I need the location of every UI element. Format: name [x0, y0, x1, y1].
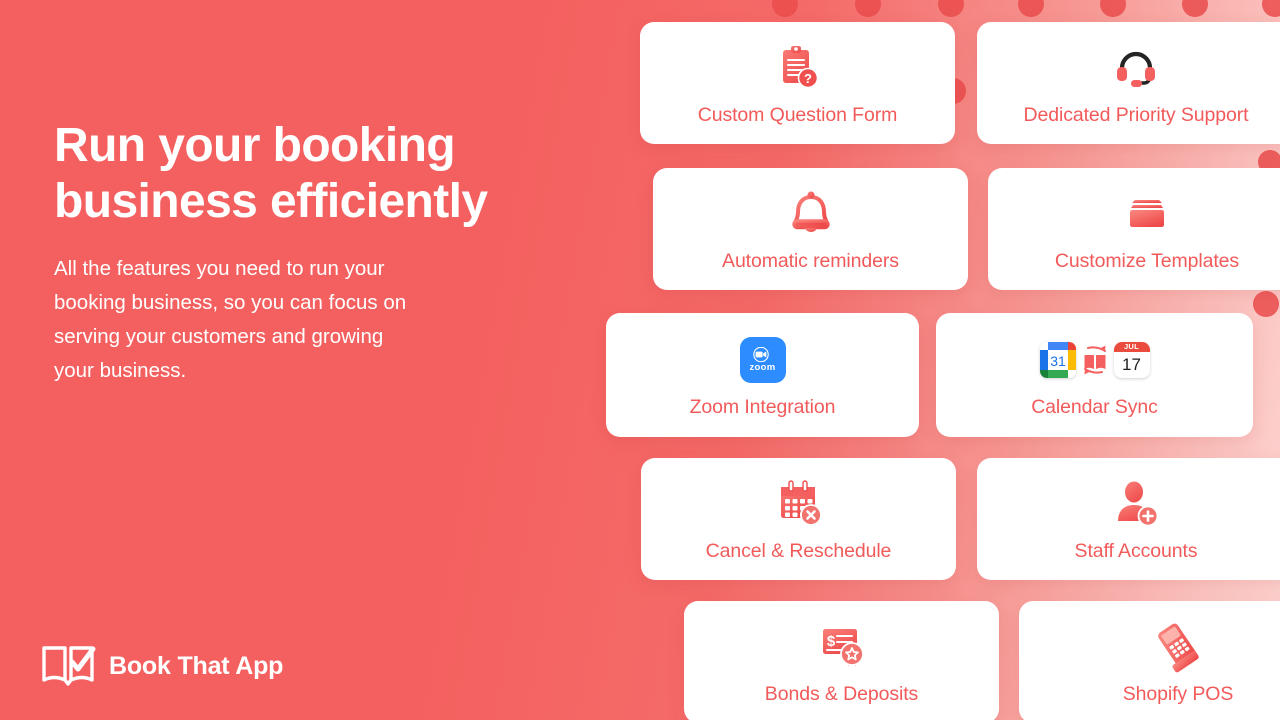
zoom-app-icon: zoom: [739, 332, 786, 388]
dot: [1253, 291, 1279, 317]
dot: [1262, 0, 1280, 17]
dot: [1182, 0, 1208, 17]
certificate-dollar-icon: $: [815, 619, 869, 675]
book-sync-icon: [1079, 342, 1111, 378]
feature-card-custom-question-form[interactable]: ? Custom Question Form: [640, 22, 955, 144]
feature-card-customize-templates[interactable]: Customize Templates: [988, 168, 1280, 290]
feature-label: Cancel & Reschedule: [705, 539, 892, 562]
feature-card-cancel-reschedule[interactable]: Cancel & Reschedule: [641, 458, 956, 580]
headset-icon: [1110, 40, 1162, 96]
dot: [855, 0, 881, 17]
calendar-cancel-icon: [773, 476, 825, 532]
card-terminal-icon: [1150, 619, 1206, 675]
dot: [1100, 0, 1126, 17]
google-calendar-day: 31: [1050, 353, 1066, 369]
feature-label: Shopify POS: [1122, 682, 1234, 705]
feature-label: Calendar Sync: [1031, 395, 1158, 418]
svg-text:$: $: [826, 633, 835, 650]
feature-label: Custom Question Form: [697, 103, 898, 126]
apple-calendar-icon: JUL 17: [1113, 341, 1150, 378]
calendar-sync-icon: 31 JUL 17: [1039, 332, 1150, 388]
feature-label: Staff Accounts: [1074, 539, 1198, 562]
feature-label: Dedicated Priority Support: [1023, 103, 1249, 126]
feature-card-automatic-reminders[interactable]: Automatic reminders: [653, 168, 968, 290]
template-stack-icon: [1121, 186, 1173, 242]
brand-logo: Book That App: [40, 644, 283, 688]
hero-subcopy: All the features you need to run your bo…: [54, 257, 407, 382]
open-book-check-icon: [40, 644, 96, 688]
feature-card-dedicated-priority-support[interactable]: Dedicated Priority Support: [977, 22, 1280, 144]
feature-card-staff-accounts[interactable]: Staff Accounts: [977, 458, 1280, 580]
zoom-wordmark: zoom: [749, 361, 776, 373]
feature-card-calendar-sync[interactable]: 31 JUL 17 Calendar Sync: [936, 313, 1253, 437]
page-title: Run your booking business efficiently: [54, 119, 488, 229]
dot: [1018, 0, 1044, 17]
feature-label: Automatic reminders: [722, 249, 899, 272]
hero-text-block: Run your booking business efficiently Al…: [54, 118, 594, 388]
clipboard-question-icon: ?: [772, 40, 824, 96]
brand-name: Book That App: [109, 651, 284, 680]
user-add-icon: [1110, 476, 1162, 532]
feature-card-bonds-deposits[interactable]: $ Bonds & Deposits: [684, 601, 999, 720]
feature-label: Bonds & Deposits: [764, 682, 919, 705]
svg-text:?: ?: [804, 71, 812, 86]
feature-label: Customize Templates: [1054, 249, 1240, 272]
dot: [938, 0, 964, 17]
apple-calendar-day: 17: [1122, 355, 1141, 374]
slide-canvas: Run your booking business efficiently Al…: [0, 0, 1280, 720]
apple-calendar-month: JUL: [1113, 341, 1150, 352]
dot: [772, 0, 798, 17]
feature-card-zoom-integration[interactable]: zoom Zoom Integration: [606, 313, 919, 437]
google-calendar-icon: 31: [1039, 341, 1076, 378]
bell-icon: [785, 186, 837, 242]
feature-label: Zoom Integration: [689, 395, 836, 418]
feature-card-shopify-pos[interactable]: Shopify POS: [1019, 601, 1280, 720]
